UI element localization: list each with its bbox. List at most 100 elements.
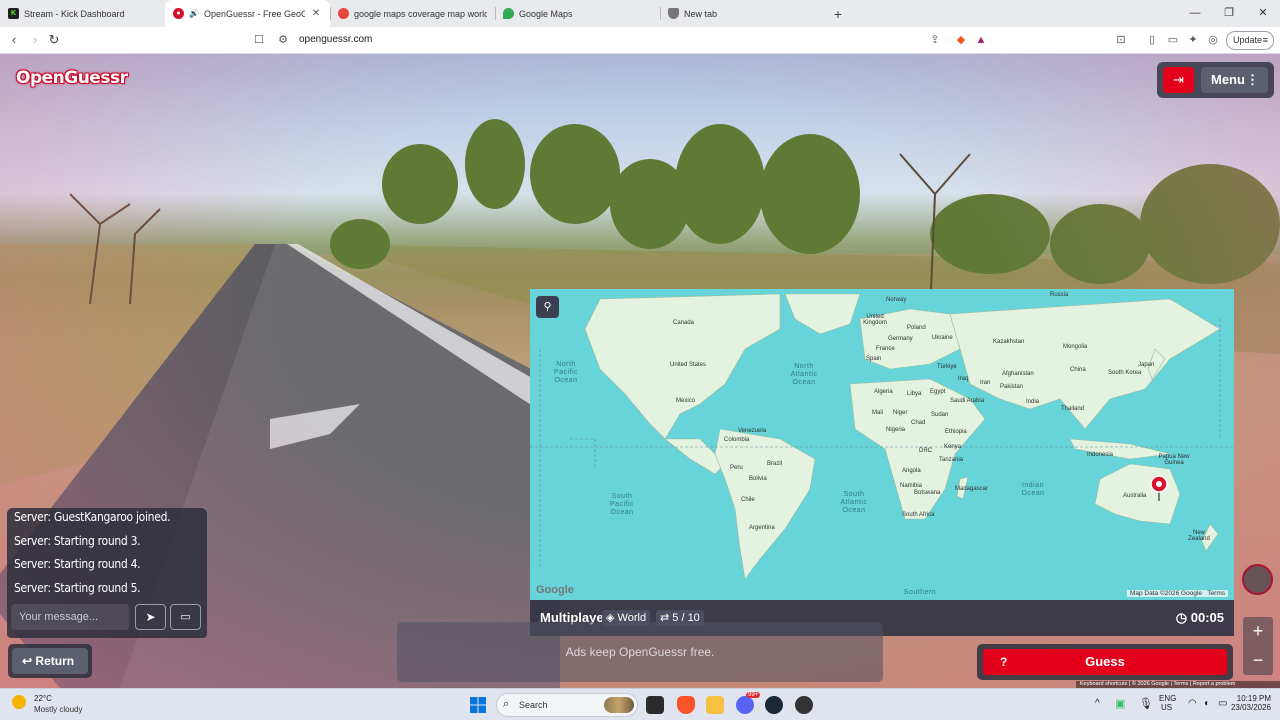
map-label-drc: DRC	[919, 448, 932, 454]
brave-browser-icon[interactable]	[677, 696, 695, 714]
map-footer: Keyboard shortcuts | © 2026 Google | Ter…	[1076, 681, 1280, 688]
chat-toggle-button[interactable]: ▭	[170, 604, 201, 630]
round-timer: ◷ 00:05	[1176, 600, 1224, 636]
zoom-out-button[interactable]: −	[1243, 646, 1273, 675]
keyboard-shortcuts-link[interactable]: Keyboard shortcuts	[1080, 681, 1127, 687]
terms-link[interactable]: Terms	[1173, 681, 1188, 687]
share-icon[interactable]: ⇪	[928, 33, 942, 47]
volume-icon[interactable]: ◖	[1203, 698, 1209, 709]
chat-panel: Server: GuestKangaroo joined. Server: St…	[7, 508, 207, 638]
minimize-icon[interactable]: —	[1178, 0, 1212, 27]
report-problem-link[interactable]: Report a problem	[1193, 681, 1236, 687]
microphone-icon[interactable]: 🎙	[1139, 697, 1153, 710]
show-hidden-icons[interactable]: ^	[1095, 698, 1100, 709]
copyright-text: © 2026 Google	[1131, 681, 1169, 687]
tray-app-icon[interactable]: ▣	[1115, 697, 1125, 710]
top-right-controls: ⇥ Menu ⋮	[1157, 62, 1274, 98]
weather-widget[interactable]: 22°C Mostly cloudy	[12, 693, 122, 717]
map-label-afghanistan: Afghanistan	[1002, 371, 1034, 377]
exit-icon: ⇥	[1173, 72, 1184, 87]
return-button[interactable]: ↩ Return	[12, 648, 88, 674]
window-controls: — ❐ ✕	[1178, 0, 1280, 27]
map-label-russia: Russia	[1050, 292, 1069, 298]
guess-map[interactable]: Canada United States Mexico Venezuela Co…	[530, 289, 1234, 600]
brave-rewards-icon[interactable]: ▲	[974, 33, 988, 47]
language-label: ENG	[1159, 694, 1177, 703]
back-icon[interactable]: ‹	[6, 32, 22, 48]
ocean-label-south-atlantic: South Atlantic Ocean	[840, 491, 868, 514]
tab-kick[interactable]: K Stream - Kick Dashboard	[0, 0, 165, 27]
sidebar-icon[interactable]: ▯	[1145, 33, 1159, 47]
exit-button[interactable]: ⇥	[1163, 67, 1194, 93]
clock-date: 23/03/2026	[1230, 703, 1271, 712]
update-button[interactable]: Update ≡	[1226, 31, 1274, 50]
map-label-canada: Canada	[673, 320, 695, 326]
map-label-turkiye: Türkiye	[937, 364, 957, 370]
map-attribution: Map Data ©2026 Google Terms	[1126, 590, 1228, 597]
audio-playing-icon[interactable]: 🔊	[189, 9, 199, 18]
street-view[interactable]: OpenGuessr ⇥ Menu ⋮ Canada United States…	[0, 54, 1280, 688]
zoom-in-button[interactable]: +	[1243, 617, 1273, 646]
compass-icon[interactable]	[1242, 564, 1273, 595]
taskbar-search[interactable]: ⌕ Search	[496, 693, 638, 717]
steam-icon[interactable]	[765, 696, 783, 714]
update-label: Update	[1233, 35, 1263, 45]
menu-lines-icon: ≡	[1262, 35, 1268, 45]
tab-title: OpenGuessr - Free GeoGuess	[203, 8, 305, 19]
map-label-nigeria: Nigeria	[886, 427, 906, 433]
vpn-icon[interactable]: ◎	[1206, 33, 1220, 47]
send-button[interactable]: ➤	[135, 604, 166, 630]
map-terms-link[interactable]: Terms	[1207, 590, 1225, 597]
menu-label: Menu	[1211, 72, 1245, 87]
map-label-peru: Peru	[730, 465, 743, 471]
restore-icon[interactable]: ❐	[1212, 0, 1246, 27]
file-explorer-icon[interactable]	[706, 696, 724, 714]
guess-button[interactable]: ? Guess	[983, 649, 1227, 675]
map-label-poland: Poland	[907, 325, 926, 331]
chat-message-input[interactable]	[11, 604, 129, 630]
maps-icon	[503, 8, 514, 19]
search-icon: ⌕	[503, 698, 510, 710]
screenshot-icon[interactable]: ⊡	[1114, 33, 1128, 47]
bookmark-icon[interactable]: ☐	[252, 33, 266, 47]
tab-google-maps[interactable]: Google Maps	[495, 0, 660, 27]
openguessr-logo[interactable]: OpenGuessr	[16, 68, 128, 88]
obs-icon[interactable]	[795, 696, 813, 714]
task-view-icon[interactable]	[646, 696, 664, 714]
address-bar[interactable]: ☐ ⚙ openguessr.com ⇪ ◆ ▲	[248, 30, 996, 51]
close-window-icon[interactable]: ✕	[1246, 0, 1280, 27]
clock[interactable]: 10:19 PM 23/03/2026	[1227, 694, 1271, 712]
tab-openguessr[interactable]: ● 🔊 OpenGuessr - Free GeoGuess ✕	[165, 0, 330, 27]
map-label-kazakhstan: Kazakhstan	[993, 339, 1025, 345]
leo-ai-icon[interactable]: ✦	[1186, 33, 1200, 47]
tab-new-tab[interactable]: New tab	[660, 0, 825, 27]
wallet-icon[interactable]: ▭	[1166, 33, 1180, 47]
map-label-iraq: Iraq	[958, 376, 969, 382]
map-settings-button[interactable]: ⚲	[536, 296, 559, 318]
map-label-colombia: Colombia	[724, 437, 750, 443]
reload-icon[interactable]: ↻	[46, 32, 62, 48]
world-map	[530, 293, 1234, 580]
map-label-uk: United Kingdom	[863, 314, 887, 326]
language-indicator[interactable]: ENG US	[1159, 694, 1176, 712]
tab-title: Google Maps	[519, 8, 573, 19]
zoom-controls: + −	[1243, 617, 1273, 675]
kick-icon: K	[8, 8, 19, 19]
new-tab-button[interactable]: +	[825, 0, 851, 27]
discord-icon[interactable]	[736, 696, 754, 714]
tab-google-search[interactable]: google maps coverage map world -	[330, 0, 495, 27]
map-label-venezuela: Venezuela	[738, 428, 767, 434]
close-tab-icon[interactable]: ✕	[310, 8, 322, 19]
site-info-icon[interactable]: ⚙	[276, 33, 290, 47]
windows-start-icon[interactable]	[470, 697, 486, 713]
menu-button[interactable]: Menu ⋮	[1201, 67, 1268, 93]
map-label-japan: Japan	[1138, 362, 1155, 368]
forward-icon[interactable]: ›	[27, 32, 43, 48]
wifi-icon[interactable]: ◠	[1188, 698, 1197, 709]
map-label-egypt: Egypt	[930, 389, 946, 395]
brave-shields-icon[interactable]: ◆	[954, 33, 968, 47]
search-highlight-image	[604, 697, 634, 713]
map-label-bolivia: Bolivia	[749, 476, 767, 482]
map-label-germany: Germany	[888, 336, 913, 342]
map-label-spain: Spain	[866, 356, 882, 362]
